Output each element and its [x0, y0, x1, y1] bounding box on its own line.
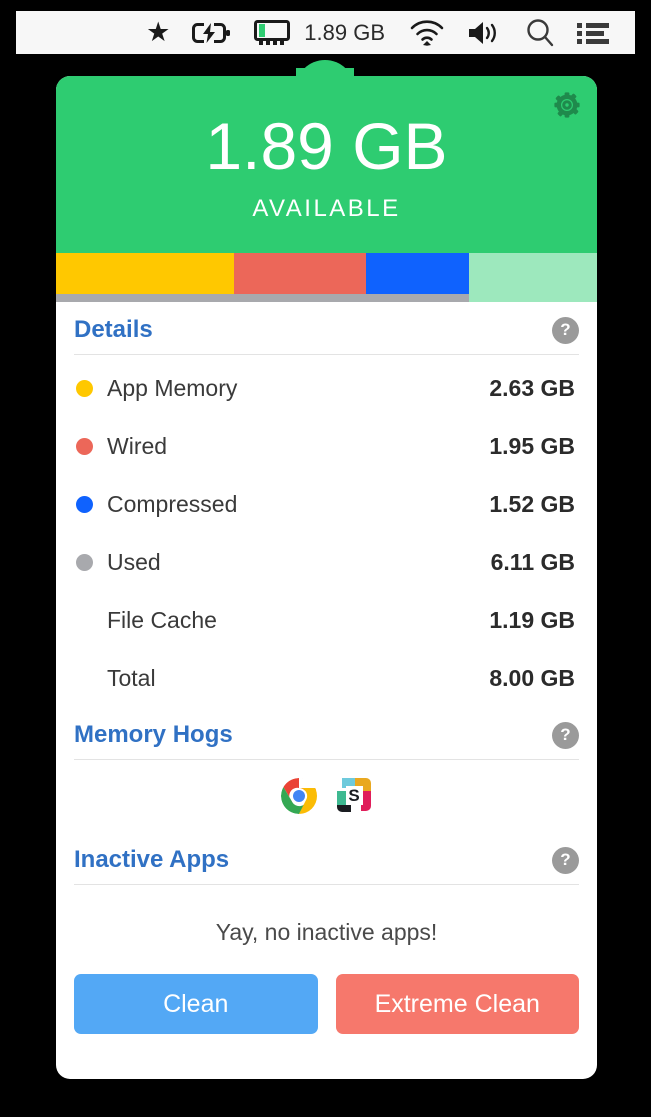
- memory-popover: 1.89 GB AVAILABLE Details ? App Memory 2.…: [56, 76, 597, 1079]
- details-row-value: 6.11 GB: [490, 548, 575, 575]
- chrome-app-icon[interactable]: [280, 777, 318, 815]
- svg-text:S: S: [348, 786, 359, 805]
- volume-icon[interactable]: [467, 11, 503, 54]
- details-row-label: Used: [107, 548, 161, 575]
- details-rows: App Memory 2.63 GB Wired 1.95 GB Compressed 1…: [74, 355, 579, 707]
- details-row-value: 1.52 GB: [489, 490, 575, 517]
- details-help-icon[interactable]: ?: [552, 316, 579, 344]
- details-row-color-dot: [76, 379, 93, 397]
- details-row-color-dot: [76, 553, 93, 571]
- details-row-dot-placeholder: [76, 670, 93, 687]
- memory-segment-used-track: [56, 294, 470, 302]
- details-row-label: File Cache: [107, 606, 217, 633]
- battery-charging-icon[interactable]: [192, 11, 232, 54]
- extreme-clean-button[interactable]: Extreme Clean: [335, 974, 579, 1034]
- details-row-value: 1.19 GB: [489, 606, 575, 633]
- gear-icon[interactable]: [554, 92, 580, 118]
- details-row-value: 1.95 GB: [489, 432, 575, 459]
- details-row-label: Total: [107, 664, 156, 691]
- memory-segment-wired: [233, 253, 366, 294]
- wifi-icon[interactable]: [409, 11, 445, 54]
- inactive-apps-help-icon[interactable]: ?: [552, 846, 579, 874]
- memory-hogs-section-header: Memory Hogs ?: [74, 707, 579, 759]
- memory-readout[interactable]: 1.89 GB: [304, 11, 387, 54]
- system-menu-bar: ★ 1.89 GB: [16, 11, 635, 54]
- details-row: Total 8.00 GB: [74, 649, 579, 707]
- details-row-label: Compressed: [107, 490, 238, 517]
- available-memory-hero: 1.89 GB AVAILABLE: [56, 76, 597, 253]
- details-row: Wired 1.95 GB: [74, 417, 579, 475]
- memory-hogs-title: Memory Hogs: [74, 721, 233, 748]
- details-section-header: Details ?: [74, 302, 579, 354]
- inactive-apps-title: Inactive Apps: [74, 846, 230, 873]
- details-row: App Memory 2.63 GB: [74, 359, 579, 417]
- details-row-dot-placeholder: [76, 612, 93, 629]
- memory-chip-icon[interactable]: [254, 11, 291, 54]
- details-row-label: Wired: [107, 432, 168, 459]
- popover-notch: [296, 54, 354, 78]
- memory-segment-compressed: [365, 253, 469, 294]
- screen: ★ 1.89 GB 1.89 GB AVAILABLE Details ? Ap…: [0, 0, 651, 1117]
- memory-hogs-help-icon[interactable]: ?: [552, 721, 579, 749]
- memory-segment-app-memory: [56, 253, 234, 294]
- details-row-color-dot: [76, 495, 93, 513]
- details-row-label: App Memory: [107, 374, 238, 401]
- action-buttons: Clean Extreme Clean: [74, 972, 579, 1054]
- clean-button[interactable]: Clean: [74, 974, 318, 1034]
- popover-body: Details ? App Memory 2.63 GB Wired 1.95 GB C…: [56, 302, 597, 1054]
- star-icon[interactable]: ★: [146, 11, 170, 54]
- slack-app-icon[interactable]: S: [336, 777, 374, 815]
- list-menu-icon[interactable]: [577, 11, 609, 54]
- available-memory-value: 1.89 GB: [205, 108, 448, 183]
- available-memory-label: AVAILABLE: [252, 194, 401, 222]
- inactive-apps-empty-message: Yay, no inactive apps!: [215, 919, 438, 945]
- search-icon[interactable]: [525, 11, 555, 54]
- star-glyph: ★: [146, 17, 171, 47]
- details-row: Compressed 1.52 GB: [74, 475, 579, 533]
- inactive-apps-section-header: Inactive Apps ?: [74, 832, 579, 884]
- memory-usage-bar: [56, 253, 597, 302]
- details-row: Used 6.11 GB: [74, 533, 579, 591]
- memory-readout-text: 1.89 GB: [304, 19, 385, 45]
- details-title: Details: [74, 316, 153, 343]
- memory-hogs-app-list: S: [74, 760, 579, 832]
- details-row: File Cache 1.19 GB: [74, 591, 579, 649]
- details-row-color-dot: [76, 437, 93, 455]
- details-row-value: 2.63 GB: [489, 374, 575, 401]
- details-row-value: 8.00 GB: [489, 664, 575, 691]
